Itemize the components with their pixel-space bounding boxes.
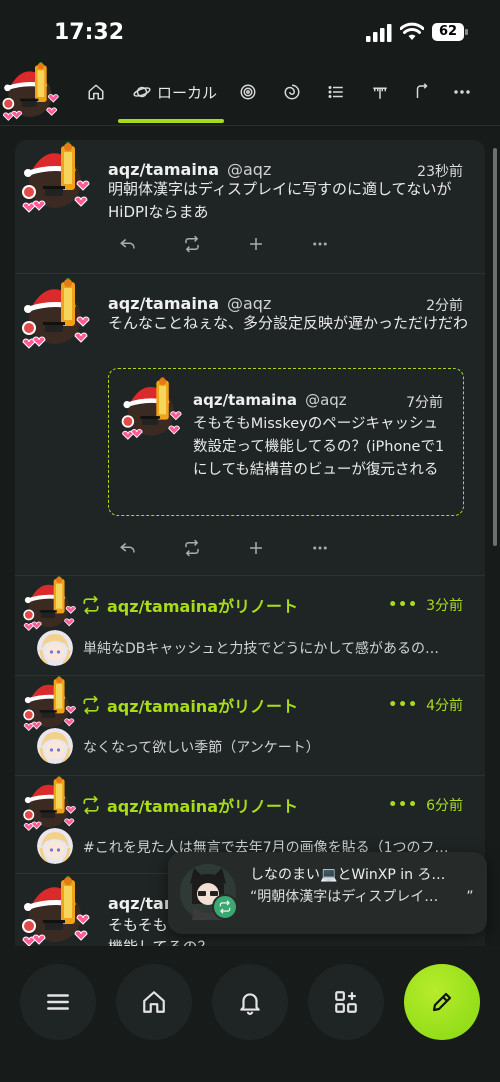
compose-button[interactable] bbox=[404, 964, 480, 1040]
renote-badge-icon bbox=[212, 894, 238, 920]
quote-avatar[interactable] bbox=[119, 377, 183, 441]
renoter-avatar[interactable] bbox=[21, 676, 77, 732]
header: ローカル bbox=[0, 58, 500, 126]
reply-icon[interactable] bbox=[118, 538, 138, 558]
note-avatar[interactable] bbox=[19, 876, 91, 946]
renote-icon bbox=[81, 795, 101, 815]
note-avatar[interactable] bbox=[19, 142, 91, 214]
renote-label-text: aqz/tamainaがリノート bbox=[107, 797, 298, 816]
note-more-icon[interactable] bbox=[310, 234, 330, 254]
renote-more-icon[interactable]: ••• bbox=[388, 797, 418, 813]
antenna-icon[interactable] bbox=[370, 80, 390, 104]
renoter-avatar[interactable] bbox=[21, 776, 77, 832]
quoted-note[interactable]: aqz/tamaina @aqz 7分前 そもそもMisskeyのページキャッシュ… bbox=[108, 368, 464, 516]
renote-label-text: aqz/tamainaがリノート bbox=[107, 597, 298, 616]
scrollbar[interactable] bbox=[493, 148, 497, 546]
battery-tip bbox=[465, 29, 468, 35]
note-text: そんなことねぇな、多分設定反映が遅かっただけだわ bbox=[108, 314, 469, 332]
note-username[interactable]: aqz/tamaina bbox=[108, 160, 219, 179]
status-time: 17:32 bbox=[54, 20, 125, 45]
timeline[interactable]: aqz/tamaina @aqz 23秒前 明朝体漢字はディスプレイに写すのに適し… bbox=[15, 140, 485, 946]
reply-icon[interactable] bbox=[118, 234, 138, 254]
note-text: 明朝体漢字はディスプレイに写すのに適してないがHiDPIならまあ bbox=[108, 180, 452, 221]
quote-time[interactable]: 7分前 bbox=[406, 392, 443, 412]
tab-local-label: ローカル bbox=[156, 83, 217, 102]
notification-toast[interactable]: しなのまい💻とWinXP in ろ… “明朝体漢字はディスプレイ… ” bbox=[168, 852, 487, 934]
note-handle[interactable]: @aqz bbox=[227, 160, 271, 179]
renote-icon bbox=[81, 595, 101, 615]
renote-label[interactable]: aqz/tamainaがリノート bbox=[81, 694, 298, 716]
renote-time[interactable]: 4分前 bbox=[426, 695, 463, 715]
quote-text: そもそもMisskeyのページキャッシュ数設定って機能してるの？(iPhoneで… bbox=[193, 416, 445, 478]
renoted-avatar[interactable] bbox=[37, 728, 73, 764]
renote-more-icon[interactable]: ••• bbox=[388, 597, 418, 613]
renoted-text: 単純なDBキャッシュと力技でどうにかして感があるの… bbox=[83, 641, 439, 657]
note-handle[interactable]: @aqz bbox=[227, 294, 271, 313]
renote-label-text: aqz/tamainaがリノート bbox=[107, 697, 298, 716]
more-icon[interactable] bbox=[452, 80, 472, 104]
renote-time[interactable]: 6分前 bbox=[426, 795, 463, 815]
renote-item[interactable]: aqz/tamainaがリノート ••• 4分前 なくなって欲しい季節（アンケー… bbox=[15, 676, 485, 776]
channel-icon[interactable] bbox=[412, 80, 432, 104]
renote-meta: ••• 4分前 bbox=[388, 695, 463, 715]
bottom-nav bbox=[0, 946, 500, 1082]
note-text-continued: 機能してるの？ bbox=[108, 936, 468, 946]
note-actions bbox=[118, 538, 358, 558]
note-header[interactable]: aqz/tamaina @aqz bbox=[108, 294, 271, 313]
notifications-button[interactable] bbox=[212, 964, 288, 1040]
toast-title: しなのまい💻とWinXP in ろ… bbox=[250, 867, 446, 883]
menu-icon bbox=[47, 994, 69, 1010]
signal-icon bbox=[366, 24, 392, 42]
home-button[interactable] bbox=[116, 964, 192, 1040]
renoted-avatar[interactable] bbox=[37, 630, 73, 666]
quote-header[interactable]: aqz/tamaina @aqz bbox=[193, 391, 347, 409]
note[interactable]: aqz/tamaina @aqz 23秒前 明朝体漢字はディスプレイに写すのに適し… bbox=[15, 140, 485, 274]
tab-local[interactable]: ローカル bbox=[130, 80, 220, 104]
renote-time[interactable]: 3分前 bbox=[426, 595, 463, 615]
active-tab-indicator bbox=[118, 119, 224, 123]
renote-item[interactable]: aqz/tamainaがリノート ••• 3分前 単純なDBキャッシュと力技でど… bbox=[15, 576, 485, 676]
bell-icon bbox=[240, 993, 260, 1015]
wifi-icon bbox=[400, 22, 424, 40]
account-avatar[interactable] bbox=[0, 62, 60, 122]
renote-meta: ••• 3分前 bbox=[388, 595, 463, 615]
battery-indicator: 62 bbox=[432, 23, 464, 41]
toast-body: “明朝体漢字はディスプレイ… ” bbox=[250, 889, 474, 905]
renote-icon[interactable] bbox=[182, 538, 202, 558]
home-tab-icon[interactable] bbox=[86, 80, 106, 104]
status-bar: 17:32 62 bbox=[0, 0, 500, 58]
widgets-button[interactable] bbox=[308, 964, 384, 1040]
renote-icon bbox=[81, 695, 101, 715]
quote-username[interactable]: aqz/tamaina bbox=[193, 391, 297, 409]
apps-plus-icon bbox=[335, 991, 357, 1013]
note[interactable]: aqz/tamaina @aqz 2分前 そんなことねぇな、多分設定反映が遅かった… bbox=[15, 274, 485, 576]
renote-more-icon[interactable]: ••• bbox=[388, 697, 418, 713]
target-icon[interactable] bbox=[238, 80, 258, 104]
note-username[interactable]: aqz/tamaina bbox=[108, 294, 219, 313]
renote-meta: ••• 6分前 bbox=[388, 795, 463, 815]
list-icon[interactable] bbox=[326, 80, 346, 104]
note-avatar[interactable] bbox=[19, 278, 91, 350]
home-icon bbox=[143, 991, 165, 1013]
renote-label[interactable]: aqz/tamainaがリノート bbox=[81, 594, 298, 616]
swirl-icon[interactable] bbox=[282, 80, 302, 104]
renote-icon[interactable] bbox=[182, 234, 202, 254]
add-reaction-icon[interactable] bbox=[246, 538, 266, 558]
note-header[interactable]: aqz/tamaina @aqz bbox=[108, 160, 271, 179]
renoted-text: なくなって欲しい季節（アンケート） bbox=[83, 740, 320, 756]
renote-label[interactable]: aqz/tamainaがリノート bbox=[81, 794, 298, 816]
note-more-icon[interactable] bbox=[310, 538, 330, 558]
menu-button[interactable] bbox=[20, 964, 96, 1040]
add-reaction-icon[interactable] bbox=[246, 234, 266, 254]
renoter-avatar[interactable] bbox=[21, 576, 77, 632]
renoted-avatar[interactable] bbox=[37, 828, 73, 864]
quote-handle[interactable]: @aqz bbox=[305, 391, 347, 409]
pencil-icon bbox=[432, 992, 452, 1012]
note-actions bbox=[118, 234, 358, 254]
planet-icon bbox=[133, 86, 151, 98]
